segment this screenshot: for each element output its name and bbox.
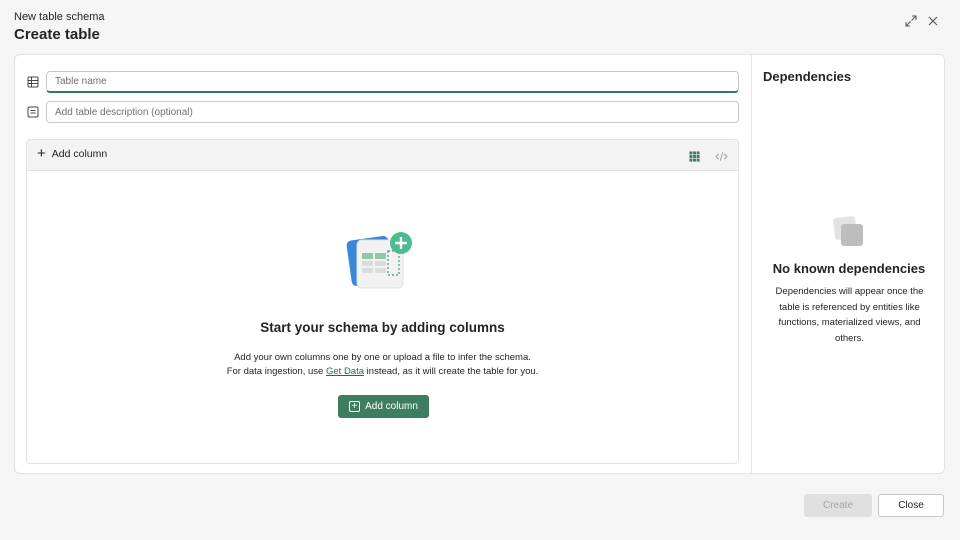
empty-state-description: Add your own columns one by one or uploa… <box>27 351 738 379</box>
add-column-button[interactable]: + Add column <box>338 395 429 418</box>
code-icon[interactable] <box>714 149 728 163</box>
table-icon <box>26 75 40 89</box>
add-column-toolbar-label: Add column <box>51 148 108 160</box>
description-icon <box>26 105 40 119</box>
no-dependencies-description: Dependencies will appear once the table … <box>775 286 924 344</box>
dependencies-title: Dependencies <box>763 69 852 84</box>
schema-pane: + Add column <box>15 55 751 473</box>
schema-illustration-icon <box>346 232 412 289</box>
main-card: + Add column <box>14 54 945 474</box>
columns-toolbar: + Add column <box>27 140 738 171</box>
table-name-row <box>26 71 739 93</box>
add-box-icon: + <box>349 401 361 412</box>
dependencies-icon <box>833 216 863 246</box>
grid-icon[interactable] <box>687 149 701 163</box>
expand-icon <box>905 15 917 27</box>
table-name-input[interactable] <box>46 71 739 93</box>
close-dialog-button[interactable] <box>924 12 942 30</box>
add-column-toolbar-button[interactable]: + Add column <box>37 145 108 162</box>
empty-state-line2-prefix: For data ingestion, use <box>226 366 326 377</box>
empty-state-line2: For data ingestion, use Get Data instead… <box>27 365 738 379</box>
empty-state-title: Start your schema by adding columns <box>260 320 505 335</box>
columns-panel: + Add column Start your schema by adding… <box>26 139 739 464</box>
empty-state-line1: Add your own columns one by one or uploa… <box>234 352 531 363</box>
plus-icon: + <box>37 145 46 162</box>
dialog-header: New table schema Create table <box>14 11 105 43</box>
expand-button[interactable] <box>902 12 920 30</box>
description-row <box>26 101 739 123</box>
table-description-input[interactable] <box>46 101 739 123</box>
add-column-button-label: Add column <box>365 401 418 412</box>
close-icon <box>928 16 938 26</box>
dialog-subtitle: New table schema <box>14 11 105 23</box>
close-button[interactable]: Close <box>878 494 944 517</box>
get-data-link[interactable]: Get Data <box>326 366 364 377</box>
dialog-title: Create table <box>14 26 100 43</box>
no-dependencies-title: No known dependencies <box>772 261 926 276</box>
dependencies-pane: Dependencies No known dependencies Depen… <box>751 55 944 473</box>
empty-state-line2-suffix: instead, as it will create the table for… <box>364 366 539 377</box>
create-button[interactable]: Create <box>804 494 872 517</box>
